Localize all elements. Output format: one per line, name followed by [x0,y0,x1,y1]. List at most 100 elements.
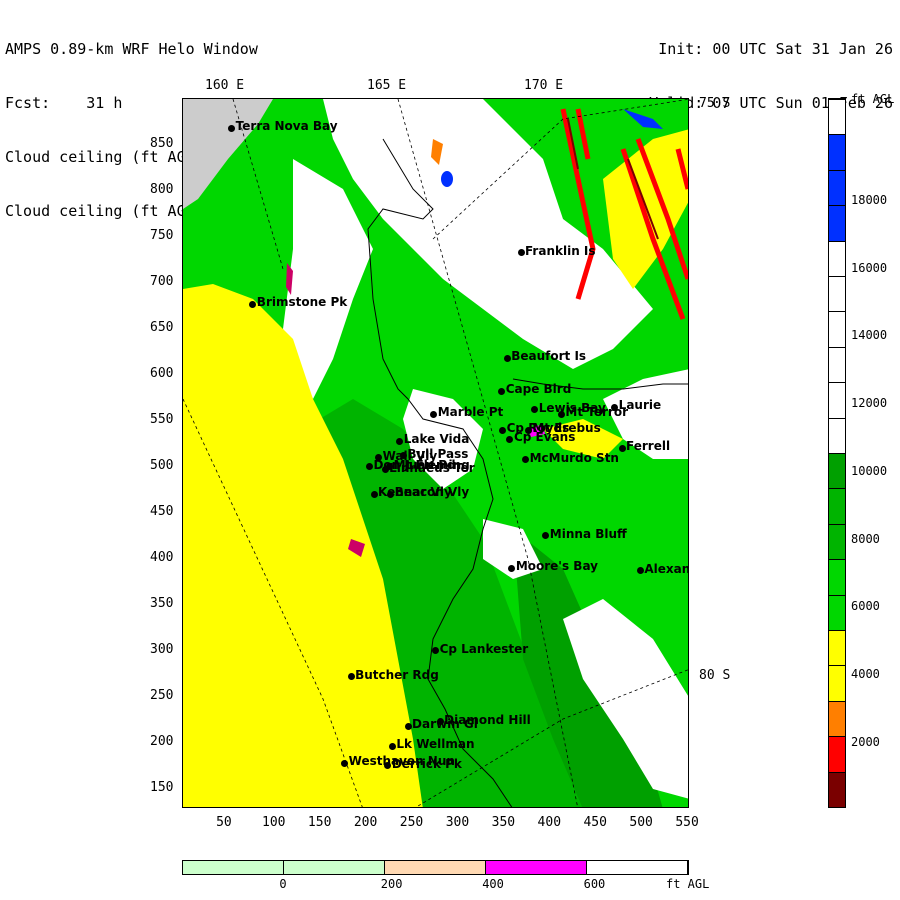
y-tick-label: 150 [150,779,174,795]
y-tick-label: 650 [150,319,174,335]
place-label: Minna Bluff [549,526,627,541]
place-marker[interactable] [388,742,396,750]
lon-label-170e: 170 E [524,78,564,93]
colorbar-cell [829,99,845,135]
x-tick-label: 150 [307,815,332,830]
x-tick-label: 350 [491,815,516,830]
place-marker[interactable] [387,490,395,498]
x-tick-label: 500 [629,815,653,830]
y-tick-label: 400 [150,549,174,565]
colorbar-tick-label: 14000 [851,328,888,343]
colorbar-tick-label: 16000 [851,260,888,275]
colorbar-cell [829,134,845,170]
y-tick-label: 300 [150,641,174,657]
bottom-colorbar-cell [587,861,688,874]
place-marker[interactable] [508,564,516,572]
place-label: Beacon Vly [394,485,470,500]
bottom-colorbar-units: ft AGL [666,877,710,891]
place-marker[interactable] [249,300,257,308]
colorbar-cell [829,559,845,595]
colorbar-cell [829,382,845,418]
bottom-colorbar-cell [183,861,284,874]
colorbar-cells [829,99,845,807]
place-label: Brimstone Pk [256,295,348,310]
place-label: Derrick Pk [391,756,462,771]
place-marker[interactable] [341,759,349,767]
colorbar-tick-label: 10000 [851,463,888,478]
init-time-line: Init: 00 UTC Sat 31 Jan 26 [658,40,893,58]
colorbar-units: ft AGL [851,92,895,106]
place-marker[interactable] [499,426,507,434]
place-label: Cape Bird [505,382,572,397]
y-tick-label: 250 [150,687,174,703]
y-tick-label: 800 [150,181,174,197]
colorbar-cell [829,523,845,560]
y-tick-label: 350 [150,595,174,611]
y-tick-label: 850 [150,135,174,151]
colorbar-cell [829,276,845,312]
lon-label-160e: 160 E [205,78,245,93]
y-tick-label: 750 [150,227,174,243]
high-ceiling-patch-1 [441,171,453,187]
place-label: Lake Vida [403,432,470,447]
colorbar-tick-label: 6000 [851,599,880,614]
place-label: Moore's Bay [515,559,598,574]
colorbar-cell [829,700,845,737]
colorbar-tick-label: 2000 [851,734,880,749]
x-tick-label: 100 [262,815,286,830]
place-label: Mt Terror [565,405,628,420]
colorbar-cell [829,417,845,453]
place-marker[interactable] [396,437,404,445]
place-marker[interactable] [618,444,626,452]
colorbar-cell [829,453,845,489]
place-marker[interactable] [503,354,511,362]
x-tick-label: 250 [399,815,424,830]
y-tick-label: 700 [150,273,174,289]
place-marker[interactable] [347,673,355,681]
bottom-colorbar-tick-label: 200 [380,877,403,891]
colorbar-tick-label: 8000 [851,531,880,546]
place-marker[interactable] [517,249,525,257]
x-tick-label: 450 [583,815,607,830]
place-label: Franklin Is [525,243,596,258]
place-label: McMurdo Stn [529,450,619,465]
colorbar [828,98,846,808]
colorbar-cell [829,736,845,772]
bottom-colorbar-cell [486,861,587,874]
map-panel[interactable]: Terra Nova Bay Franklin Is Brimstone Pk Bea… [182,98,689,808]
x-tick-label: 50 [216,815,232,830]
y-tick-label: 450 [150,503,174,519]
place-label: Cp Lankester [439,641,529,656]
place-marker[interactable] [370,490,378,498]
colorbar-tick-label: 4000 [851,666,880,681]
place-label: Marble Pt [437,405,504,420]
colorbar-tick-label: 18000 [851,193,888,207]
title-line: AMPS 0.89-km WRF Helo Window [5,40,258,58]
lat-label-75s: 75 S [699,96,731,111]
bottom-colorbar-cell [284,861,385,874]
place-label: Ferrell [626,439,671,454]
place-marker[interactable] [557,410,565,418]
x-tick-label: 400 [537,815,562,830]
colorbar-cell [829,488,845,524]
colorbar-cell [829,205,845,241]
colorbar-cell [829,346,845,383]
place-label: Darwin Gl [412,717,478,732]
x-tick-label: 300 [445,815,470,830]
place-label: Beaufort Is [511,349,587,364]
colorbar-cell [829,665,845,701]
bottom-colorbar-tick-label: 400 [482,877,504,891]
place-label: Alexander [644,561,689,576]
x-tick-label: 550 [675,815,699,830]
place-marker[interactable] [404,722,412,730]
place-label: Terra Nova Bay [235,119,338,134]
bottom-colorbar-cell [385,861,486,874]
bottom-colorbar-tick-label: 0 [279,877,287,891]
colorbar-tick-label: 12000 [851,396,888,411]
colorbar-cell [829,169,845,206]
y-tick-label: 500 [150,457,174,473]
place-label: Butcher Rdg [355,667,439,682]
colorbar-cell [829,240,845,276]
place-label: Lk Wellman [396,737,475,752]
lon-label-165e: 165 E [367,78,407,93]
